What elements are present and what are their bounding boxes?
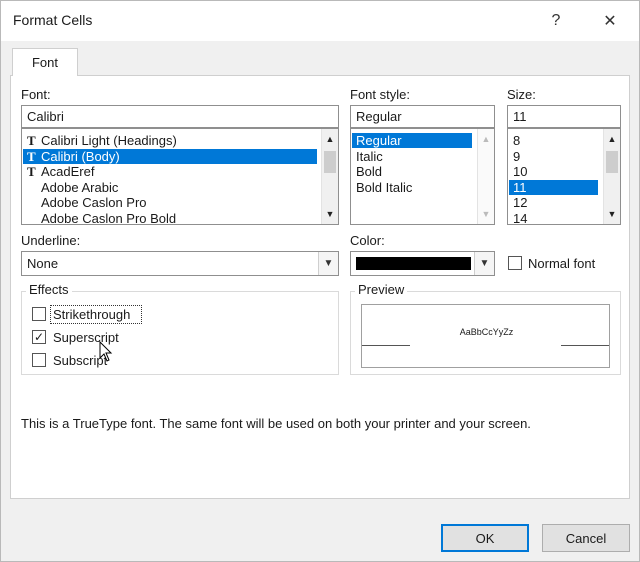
scroll-up-icon[interactable]: ▲: [322, 131, 338, 147]
size-list-scrollbar[interactable]: ▲ ▼: [603, 129, 620, 224]
ok-button[interactable]: OK: [441, 524, 529, 552]
preview-title: Preview: [355, 282, 408, 297]
scroll-thumb[interactable]: [606, 151, 618, 173]
normal-font-checkbox[interactable]: [508, 256, 522, 270]
tab-font[interactable]: Font: [12, 48, 78, 76]
checkmark-icon: ✓: [33, 330, 45, 344]
help-icon: ?: [551, 12, 561, 29]
close-icon: ✕: [603, 13, 617, 30]
font-style-item-selected[interactable]: Regular: [352, 133, 472, 148]
color-label: Color:: [350, 233, 385, 248]
font-list-item[interactable]: T AcadEref: [23, 164, 317, 179]
font-label: Font:: [21, 87, 51, 102]
font-style-scrollbar[interactable]: ▲ ▼: [477, 129, 494, 224]
font-list-scrollbar[interactable]: ▲ ▼: [321, 129, 338, 224]
underline-value: None: [27, 256, 59, 271]
format-cells-dialog: Format Cells ? ✕ Font Font: Calibri T Cal…: [0, 0, 640, 562]
preview-sample: AaBbCcYyZz: [459, 327, 514, 337]
help-button[interactable]: ?: [541, 7, 571, 35]
truetype-icon: T: [27, 133, 36, 148]
underline-label: Underline:: [21, 233, 81, 248]
size-item[interactable]: 9: [509, 149, 598, 164]
scroll-down-icon[interactable]: ▼: [604, 206, 620, 222]
strikethrough-checkbox[interactable]: [32, 307, 46, 321]
scroll-up-icon[interactable]: ▲: [478, 131, 494, 147]
truetype-icon: T: [27, 164, 36, 179]
chevron-down-icon[interactable]: ▼: [318, 252, 338, 275]
color-swatch: [356, 257, 471, 270]
font-style-item[interactable]: Bold: [352, 164, 472, 179]
baseline-left: [362, 345, 410, 346]
size-list[interactable]: 8 9 10 11 12 14 ▲ ▼: [507, 128, 621, 225]
size-item[interactable]: 10: [509, 164, 598, 179]
size-item[interactable]: 12: [509, 195, 598, 210]
size-label: Size:: [507, 87, 536, 102]
focus-indicator: [50, 305, 142, 324]
font-style-item[interactable]: Italic: [352, 149, 472, 164]
subscript-checkbox[interactable]: [32, 353, 46, 367]
cancel-button[interactable]: Cancel: [542, 524, 630, 552]
close-button[interactable]: ✕: [595, 7, 625, 35]
font-list-item[interactable]: Adobe Caslon Pro: [23, 195, 317, 210]
font-style-list[interactable]: Regular Italic Bold Bold Italic ▲ ▼: [350, 128, 495, 225]
preview-box: AaBbCcYyZz: [361, 304, 610, 368]
scroll-thumb[interactable]: [324, 151, 336, 173]
scroll-up-icon[interactable]: ▲: [604, 131, 620, 147]
effects-title: Effects: [26, 282, 72, 297]
size-item-selected[interactable]: 11: [509, 180, 598, 195]
font-style-input[interactable]: Regular: [350, 105, 495, 128]
scroll-down-icon[interactable]: ▼: [322, 206, 338, 222]
chevron-down-icon[interactable]: ▼: [474, 252, 494, 275]
font-input[interactable]: Calibri: [21, 105, 339, 128]
font-info-text: This is a TrueType font. The same font w…: [21, 416, 531, 431]
superscript-checkbox[interactable]: ✓: [32, 330, 46, 344]
truetype-icon: T: [27, 149, 36, 164]
size-input[interactable]: 11: [507, 105, 621, 128]
font-style-item[interactable]: Bold Italic: [352, 180, 472, 195]
size-item[interactable]: 8: [509, 133, 598, 148]
scroll-down-icon[interactable]: ▼: [478, 206, 494, 222]
tab-font-label: Font: [31, 55, 58, 70]
font-list-item[interactable]: Adobe Caslon Pro Bold: [23, 211, 317, 224]
mouse-cursor-icon: [99, 341, 113, 362]
font-list-item[interactable]: T Calibri Light (Headings): [23, 133, 317, 148]
font-list-item-selected[interactable]: T Calibri (Body): [23, 149, 317, 164]
title-bar: Format Cells ? ✕: [1, 1, 639, 41]
underline-select[interactable]: None ▼: [21, 251, 339, 276]
normal-font-label: Normal font: [528, 256, 596, 271]
dialog-title: Format Cells: [13, 12, 93, 28]
color-picker[interactable]: ▼: [350, 251, 495, 276]
font-list-item[interactable]: Adobe Arabic: [23, 180, 317, 195]
size-item[interactable]: 14: [509, 211, 598, 224]
font-style-label: Font style:: [350, 87, 410, 102]
baseline-right: [561, 345, 609, 346]
font-list[interactable]: T Calibri Light (Headings) T Calibri (Body…: [21, 128, 339, 225]
